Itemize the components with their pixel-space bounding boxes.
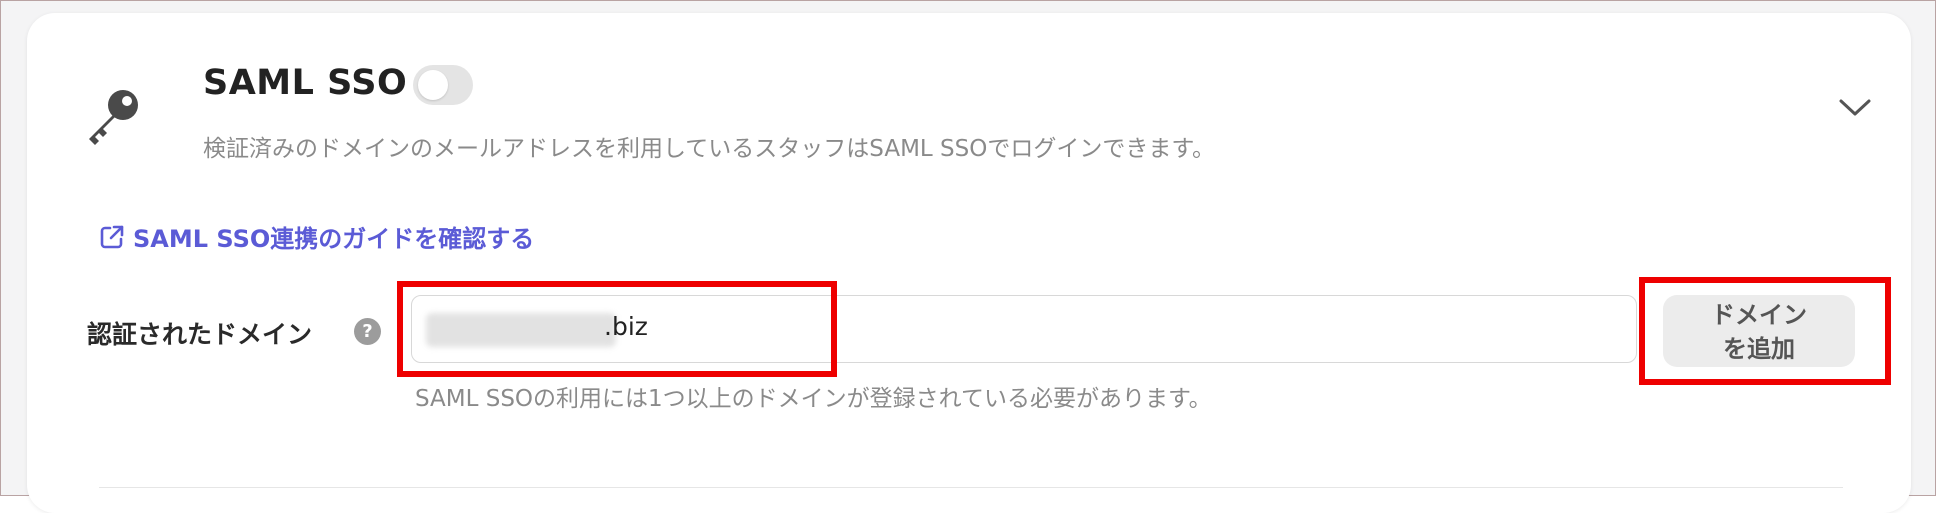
guide-link-label: SAML SSO連携のガイドを確認する [133,225,535,253]
redacted-domain-text [426,313,616,347]
add-domain-button[interactable]: ドメイン を追加 [1663,295,1855,367]
saml-sso-toggle[interactable] [413,65,473,105]
domain-field-label: 認証されたドメイン [87,320,313,349]
chevron-down-icon[interactable] [1837,95,1873,119]
section-divider [99,487,1843,488]
add-button-label-line2: を追加 [1723,335,1795,363]
domain-helper-text: SAML SSOの利用には1つ以上のドメインが登録されている必要があります。 [415,386,1212,412]
section-description: 検証済みのドメインのメールアドレスを利用しているスタッフはSAML SSOでログ… [203,136,1216,162]
help-icon[interactable]: ? [354,318,381,345]
screenshot-frame: SAML SSO 検証済みのドメインのメールアドレスを利用しているスタッフはSA… [0,0,1936,513]
domain-input[interactable]: .biz [411,295,1637,363]
toggle-knob [418,70,448,100]
add-button-label-line1: ドメイン [1711,301,1807,329]
section-title: SAML SSO [203,63,408,103]
saml-guide-link[interactable]: SAML SSO連携のガイドを確認する [99,219,534,254]
external-link-icon [100,225,124,248]
domain-input-value: .biz [604,312,648,341]
key-icon [89,90,138,145]
